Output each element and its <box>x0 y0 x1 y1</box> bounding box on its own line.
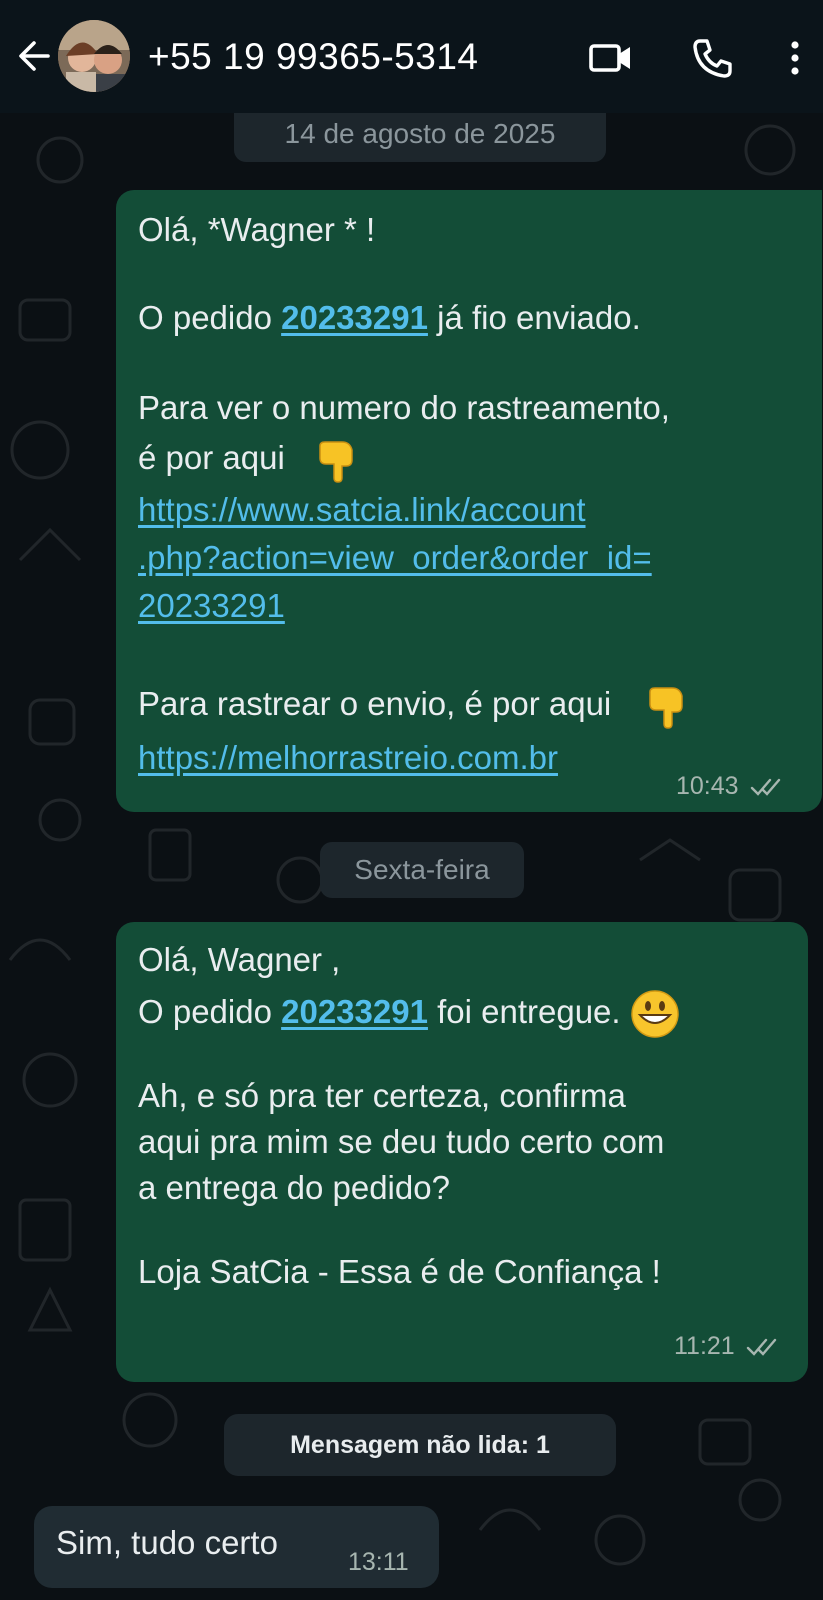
message-greeting: Olá, Wagner , <box>138 941 341 978</box>
track-text-line: Para rastrear o envio, é por aqui <box>138 680 690 730</box>
contact-avatar[interactable] <box>58 20 130 92</box>
day-separator: Sexta-feira <box>320 842 524 898</box>
tracking-link-line-3[interactable]: 20233291 <box>138 582 285 630</box>
message-meta: 10:43 <box>676 762 782 810</box>
store-signature: Loja SatCia - Essa é de Confiança ! <box>138 1253 661 1290</box>
arrow-left-icon[interactable] <box>14 36 54 76</box>
confirm-line-1: Ah, e só pra ter certeza, confirma <box>138 1077 626 1114</box>
double-check-icon <box>746 1339 776 1357</box>
tracking-line-2-text: é por aqui <box>138 439 285 476</box>
phone-icon[interactable] <box>690 36 734 80</box>
confirm-line-2: aqui pra mim se deu tudo certo com <box>138 1123 665 1160</box>
incoming-message[interactable]: Sim, tudo certo 13:11 <box>34 1506 439 1588</box>
message-time: 11:21 <box>674 1332 735 1360</box>
tracking-line-2: é por aqui <box>138 434 360 484</box>
date-separator: 14 de agosto de 2025 <box>234 110 606 162</box>
double-check-icon <box>750 779 780 797</box>
message-meta: 11:21 <box>674 1322 778 1370</box>
more-vertical-icon[interactable] <box>783 38 807 78</box>
message-order-line: O pedido 20233291 foi entregue. <box>138 988 680 1039</box>
order-suffix: já fio enviado. <box>427 299 641 336</box>
backhand-index-pointing-down-emoji <box>649 687 684 730</box>
message-time: 13:11 <box>348 1548 409 1576</box>
tracking-link-line-2[interactable]: .php?action=view_order&order_id= <box>138 534 652 582</box>
unread-messages-separator: Mensagem não lida: 1 <box>224 1414 616 1476</box>
order-number-link[interactable]: 20233291 <box>281 299 428 336</box>
chat-header: +55 19 99365-5314 <box>0 0 823 113</box>
confirm-line-3: a entrega do pedido? <box>138 1169 450 1206</box>
message-text: Sim, tudo certo <box>56 1524 278 1561</box>
message-order-line: O pedido 20233291 já fio enviado. <box>138 294 641 342</box>
contact-name[interactable]: +55 19 99365-5314 <box>148 36 479 78</box>
message-time: 10:43 <box>676 772 739 800</box>
order-suffix: foi entregue. <box>427 993 621 1030</box>
grinning-face-emoji <box>631 990 679 1039</box>
outgoing-message[interactable]: Olá, *Wagner * ! O pedido 20233291 já fi… <box>116 190 822 812</box>
order-prefix: O pedido <box>138 993 282 1030</box>
message-greeting: Olá, *Wagner * ! <box>138 211 376 248</box>
order-number-link[interactable]: 20233291 <box>281 993 428 1030</box>
outgoing-message[interactable]: Olá, Wagner , O pedido 20233291 foi entr… <box>116 922 808 1382</box>
track-text: Para rastrear o envio, é por aqui <box>138 685 612 722</box>
melhor-rastreio-link[interactable]: https://melhorrastreio.com.br <box>138 734 558 782</box>
order-prefix: O pedido <box>138 299 282 336</box>
tracking-link-line-1[interactable]: https://www.satcia.link/account <box>138 486 586 534</box>
backhand-index-pointing-down-emoji <box>319 441 353 484</box>
avatar-photo <box>58 20 130 92</box>
tracking-line-1: Para ver o numero do rastreamento, <box>138 389 670 426</box>
video-camera-icon[interactable] <box>588 38 634 78</box>
